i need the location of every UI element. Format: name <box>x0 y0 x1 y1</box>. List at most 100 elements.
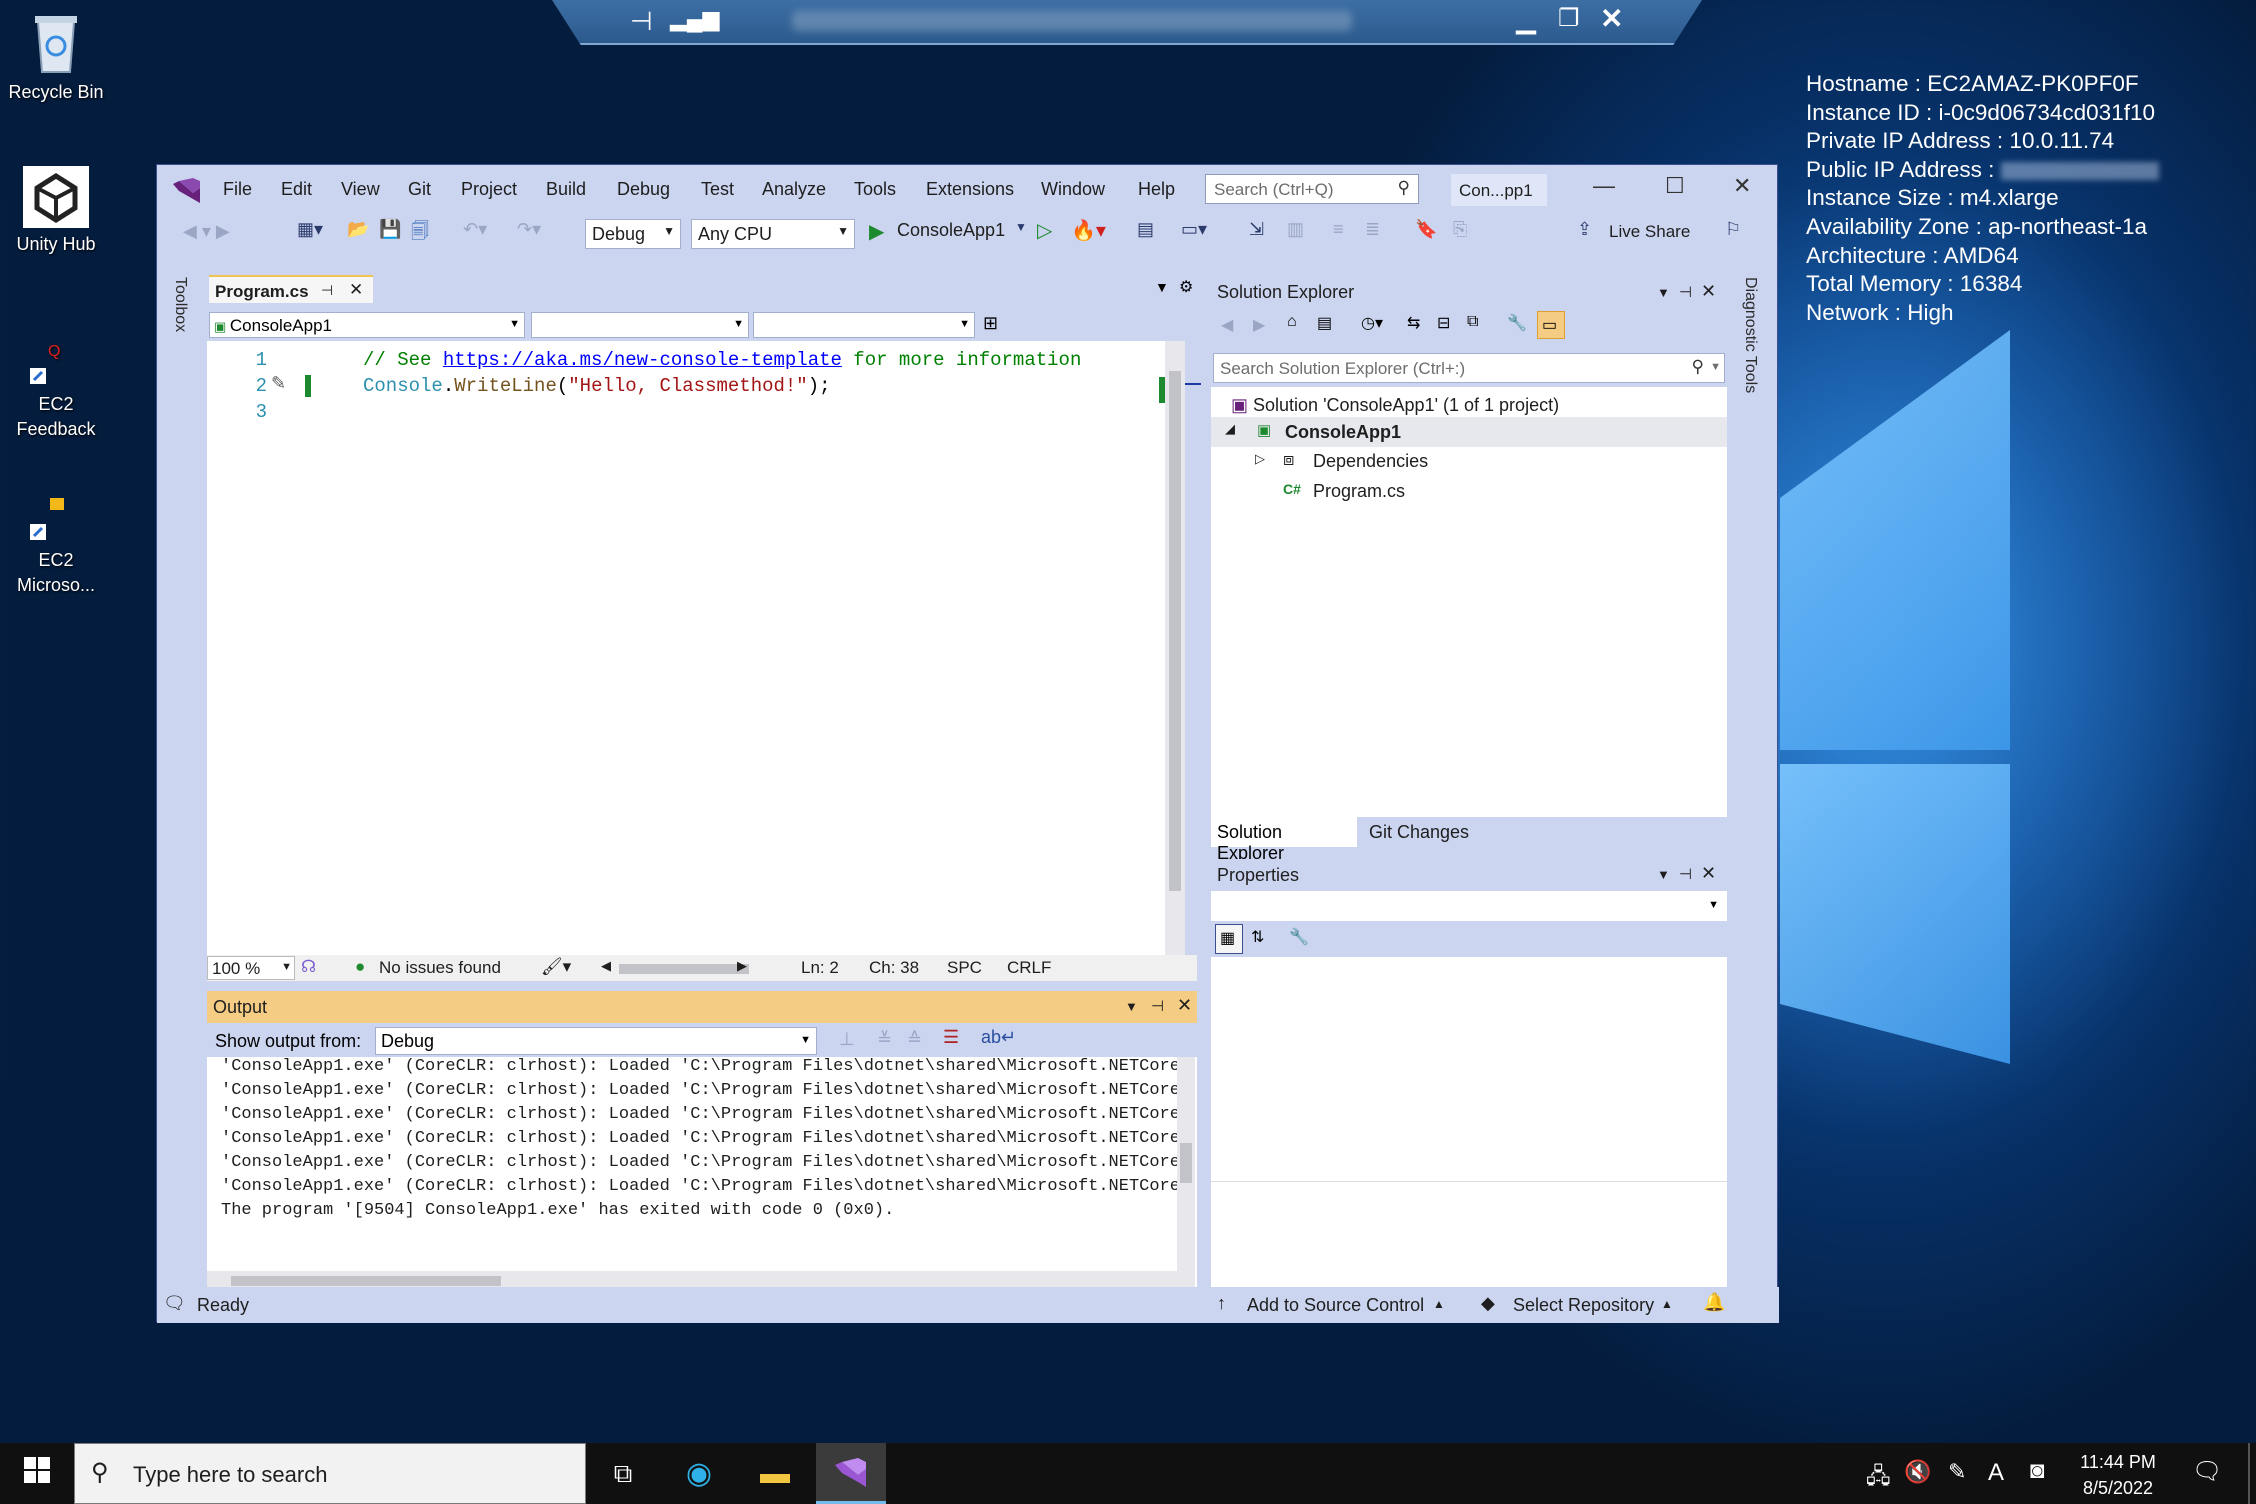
visual-studio-window[interactable]: File Edit View Git Project Build Debug T… <box>156 164 1779 1323</box>
whitespace-indicator[interactable]: SPC <box>947 958 982 978</box>
save-all-icon[interactable]: 🗐 <box>411 219 429 249</box>
format-icon[interactable]: ▥ <box>1287 219 1304 240</box>
configuration-dropdown[interactable]: Debug ▼ <box>585 219 681 249</box>
expanded-arrow-icon[interactable]: ◢ <box>1225 421 1235 437</box>
settings-gear-icon[interactable]: ⚙ <box>1179 277 1193 297</box>
switch-views-icon[interactable]: ▤ <box>1317 313 1332 333</box>
project-nav-dropdown[interactable]: ▣ ConsoleApp1 ▼ <box>209 312 525 338</box>
desktop-icon-ec2-microsoft[interactable]: EC2 Microso... <box>1 494 111 598</box>
properties-object-dropdown[interactable]: ▼ <box>1211 891 1727 919</box>
desktop-icon-recycle-bin[interactable]: Recycle Bin <box>1 10 111 105</box>
search-input[interactable]: Search (Ctrl+Q) ⚲ <box>1205 174 1419 204</box>
tab-program-cs[interactable]: Program.cs ⊣ ✕ <box>209 275 373 303</box>
pin-icon[interactable]: ⊣ <box>321 282 333 299</box>
scrollbar-thumb[interactable] <box>231 1276 501 1286</box>
volume-muted-icon[interactable]: 🔇 <box>1904 1459 1931 1485</box>
sync-icon[interactable]: ⇆ <box>1407 313 1420 333</box>
output-source-dropdown[interactable]: Debug ▼ <box>375 1027 817 1055</box>
start-button[interactable] <box>2 1443 72 1504</box>
alphabetical-icon[interactable]: ⇅ <box>1251 927 1264 947</box>
start-target-dropdown-icon[interactable]: ▼ <box>1015 220 1027 234</box>
select-repository-button[interactable]: Select Repository <box>1513 1295 1654 1316</box>
menu-extensions[interactable]: Extensions <box>926 179 1014 200</box>
minimize-icon[interactable]: ▁ <box>1516 4 1536 35</box>
comment-icon[interactable]: ≡ <box>1333 219 1344 240</box>
start-without-debugging-icon[interactable]: ▷ <box>1037 218 1052 243</box>
input-method-icon[interactable]: A <box>1988 1459 2004 1487</box>
hot-reload-icon[interactable]: 🔥▾ <box>1071 218 1106 243</box>
desktop-icon-unity-hub[interactable]: Unity Hub <box>1 166 111 257</box>
open-folder-icon[interactable]: 📂 <box>347 219 369 240</box>
network-icon[interactable]: 🖧 <box>1866 1459 1891 1497</box>
menu-file[interactable]: File <box>223 179 252 200</box>
redo-icon[interactable]: ↷▾ <box>517 219 541 240</box>
horizontal-scroll-thumb[interactable] <box>619 964 749 974</box>
preview-selected-icon[interactable]: ▭ <box>1537 311 1565 339</box>
home-icon[interactable]: ⌂ <box>1287 313 1297 331</box>
window-minimize-icon[interactable]: — <box>1593 173 1615 199</box>
start-target-button[interactable]: ConsoleApp1 <box>897 220 1005 241</box>
collapsed-arrow-icon[interactable]: ▷ <box>1255 451 1265 467</box>
solution-name-button[interactable]: Con...pp1 <box>1451 174 1547 206</box>
pen-icon[interactable]: ✎ <box>1948 1459 1966 1485</box>
comment-link[interactable]: https://aka.ms/new-console-template <box>443 349 842 371</box>
menu-test[interactable]: Test <box>701 179 734 200</box>
categorized-icon[interactable]: ▦ <box>1215 924 1243 954</box>
type-nav-dropdown[interactable]: ▼ <box>531 312 749 338</box>
pin-icon[interactable]: ⊣ <box>1151 997 1164 1015</box>
close-panel-icon[interactable]: ✕ <box>1701 863 1716 884</box>
menu-build[interactable]: Build <box>546 179 586 200</box>
panel-menu-icon[interactable]: ▼ <box>1657 285 1670 300</box>
scroll-left-icon[interactable]: ◀ <box>601 958 611 974</box>
word-wrap-icon[interactable]: ab↵ <box>981 1027 1016 1048</box>
browser-link-icon[interactable]: ▤ <box>1137 219 1154 240</box>
split-window-icon[interactable]: ⊞ <box>983 313 998 334</box>
toolbox-tab[interactable]: Toolbox <box>171 277 189 332</box>
panel-menu-icon[interactable]: ▼ <box>1657 867 1670 882</box>
desktop-icon-ec2-feedback[interactable]: Q EC2 Feedback <box>1 338 111 442</box>
new-project-icon[interactable]: ▦▾ <box>297 219 323 240</box>
close-panel-icon[interactable]: ✕ <box>1701 281 1716 302</box>
scroll-right-icon[interactable]: ▶ <box>737 958 747 974</box>
show-desktop-button[interactable] <box>2248 1443 2250 1504</box>
properties-icon[interactable]: 🔧 <box>1507 313 1527 333</box>
find-message-icon[interactable]: ⊥ <box>839 1029 855 1050</box>
clear-all-icon[interactable]: ☰ <box>943 1027 959 1048</box>
uncomment-icon[interactable]: ≣ <box>1365 219 1380 240</box>
output-window-icon[interactable]: 🗨 <box>163 1293 186 1314</box>
menu-view[interactable]: View <box>341 179 380 200</box>
quick-actions-icon[interactable]: ✎ <box>271 373 286 395</box>
menu-window[interactable]: Window <box>1041 179 1105 200</box>
tab-git-changes[interactable]: Git Changes <box>1369 817 1469 848</box>
menu-edit[interactable]: Edit <box>281 179 312 200</box>
action-center-icon[interactable]: 🗨 <box>2192 1457 2222 1486</box>
column-indicator[interactable]: Ch: 38 <box>869 958 919 978</box>
close-panel-icon[interactable]: ✕ <box>1177 995 1192 1016</box>
output-vertical-scrollbar[interactable] <box>1177 1057 1195 1293</box>
code-cleanup-icon[interactable]: 🖌▾ <box>541 957 571 977</box>
menu-project[interactable]: Project <box>461 179 517 200</box>
step-icon[interactable]: ⇲ <box>1249 219 1264 240</box>
window-maximize-icon[interactable]: ☐ <box>1665 173 1685 199</box>
visual-studio-taskbar-icon[interactable] <box>816 1443 886 1504</box>
layout-icon[interactable]: ▭▾ <box>1181 219 1207 240</box>
intellicode-icon[interactable]: ☊ <box>301 957 316 977</box>
pin-icon[interactable]: ⊣ <box>630 6 653 37</box>
taskbar-search[interactable]: ⚲ Type here to search <box>74 1443 586 1504</box>
solution-search-input[interactable]: Search Solution Explorer (Ctrl+:) ⚲ ▼ <box>1213 353 1725 383</box>
show-all-files-icon[interactable]: ⧉ <box>1467 313 1478 331</box>
code-editor[interactable]: 1 2 3 ✎ // See https://aka.ms/new-consol… <box>207 341 1201 955</box>
pin-icon[interactable]: ⊣ <box>1679 283 1692 301</box>
close-icon[interactable]: ✕ <box>1600 2 1623 35</box>
ime-icon[interactable]: ◙ <box>2030 1457 2045 1485</box>
platform-dropdown[interactable]: Any CPU ▼ <box>691 219 855 249</box>
forward-icon[interactable]: ▶ <box>1253 315 1265 335</box>
save-icon[interactable]: 💾 <box>379 219 401 240</box>
live-share-button[interactable]: Live Share <box>1609 222 1690 242</box>
prev-message-icon[interactable]: ≚ <box>877 1029 892 1050</box>
close-tab-icon[interactable]: ✕ <box>349 280 363 300</box>
collapse-all-icon[interactable]: ⊟ <box>1437 313 1450 333</box>
start-debugging-icon[interactable]: ▶ <box>869 219 884 244</box>
zoom-dropdown[interactable]: 100 % ▼ <box>207 956 295 980</box>
menu-debug[interactable]: Debug <box>617 179 670 200</box>
